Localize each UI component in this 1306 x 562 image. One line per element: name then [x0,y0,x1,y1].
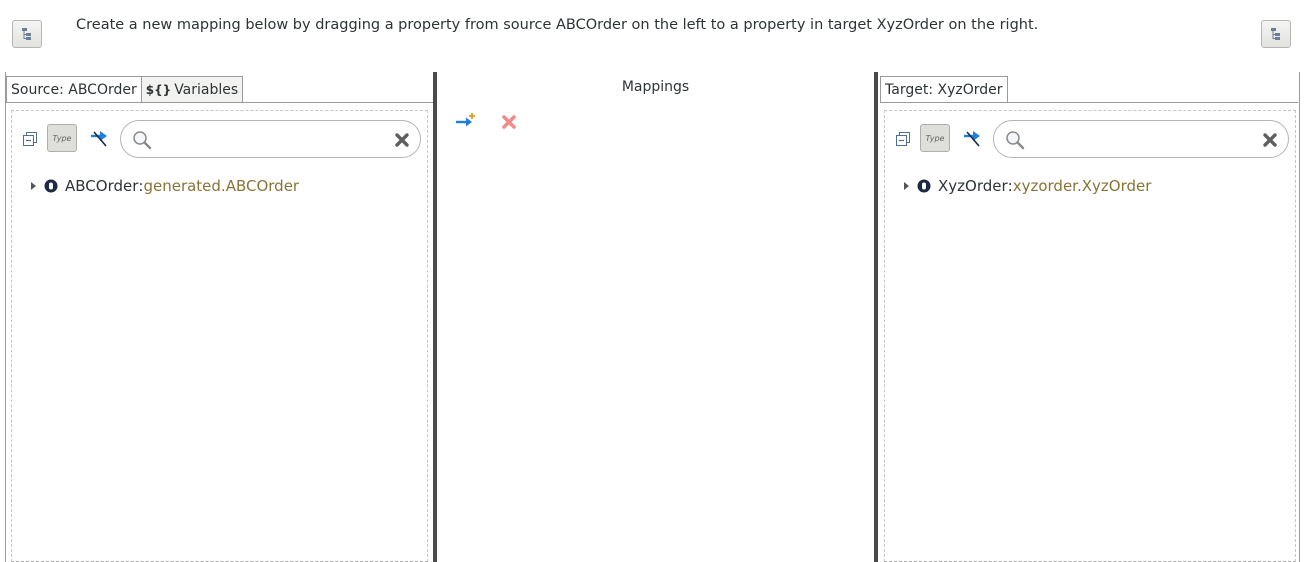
mappings-panel: Mappings [437,72,874,562]
source-panel: Source: ABCOrder ${} Variables Type ABCO… [5,72,437,562]
delete-mapping-icon[interactable] [501,114,517,130]
panel-sash[interactable] [874,72,878,562]
tab-source-label: Source: ABCOrder [11,82,137,98]
tab-divider [6,102,433,103]
show-type-toggle-button[interactable]: Type [47,124,77,152]
tab-divider [880,102,1298,103]
magnifier-icon [133,131,152,150]
tree-node-type: generated.ABCOrder [143,177,300,195]
tree-layout-icon [1271,28,1280,40]
tree-layout-icon [22,28,31,40]
source-search-box[interactable] [120,120,421,158]
link-arrow-icon[interactable] [88,128,112,150]
source-search-input[interactable] [157,129,384,149]
source-tabs: Source: ABCOrder ${} Variables [6,76,244,103]
layout-toggle-left-button[interactable] [12,20,42,48]
object-node-icon [917,179,931,193]
object-node-icon [44,179,58,193]
layout-toggle-right-button[interactable] [1261,20,1291,48]
tab-target[interactable]: Target: XyzOrder [880,76,1008,103]
tree-node-name: XyzOrder [938,177,1008,195]
expand-triangle-icon[interactable] [901,181,911,191]
add-mapping-icon[interactable] [455,112,477,128]
mappings-title: Mappings [621,79,690,95]
tab-target-label: Target: XyzOrder [885,82,1003,98]
tab-variables[interactable]: ${} Variables [141,76,244,103]
variables-icon: ${} [145,83,172,97]
collapse-all-icon[interactable] [896,132,910,146]
target-tree-area: Type XyzOrder: xyzorder.XyzOrder [884,110,1296,562]
type-button-label: Type [52,133,72,143]
target-panel: Target: XyzOrder Type XyzOrder: xyzorde… [874,72,1300,562]
link-arrow-icon[interactable] [961,128,985,150]
target-toolbar: Type [893,120,1289,158]
magnifier-icon [1006,131,1025,150]
instructions-banner: Create a new mapping below by dragging a… [0,0,1306,66]
collapse-all-icon[interactable] [23,132,37,146]
tree-node-type: xyzorder.XyzOrder [1012,177,1152,195]
expand-triangle-icon[interactable] [28,181,38,191]
target-search-box[interactable] [993,120,1289,158]
clear-x-icon[interactable] [394,132,410,148]
tree-node-abcorder[interactable]: ABCOrder: generated.ABCOrder [28,175,299,197]
tree-node-xyzorder[interactable]: XyzOrder: xyzorder.XyzOrder [901,175,1151,197]
target-tabs: Target: XyzOrder [880,76,1008,103]
show-type-toggle-button[interactable]: Type [920,124,950,152]
tree-node-name: ABCOrder [65,177,139,195]
tab-variables-label: Variables [174,82,239,98]
target-search-input[interactable] [1030,129,1252,149]
source-toolbar: Type [20,120,421,158]
instructions-text: Create a new mapping below by dragging a… [76,17,1039,33]
source-tree-area: Type ABCOrder: generated.ABCOrder [11,110,428,562]
tab-source[interactable]: Source: ABCOrder [6,76,142,103]
type-button-label: Type [925,133,945,143]
clear-x-icon[interactable] [1262,132,1278,148]
